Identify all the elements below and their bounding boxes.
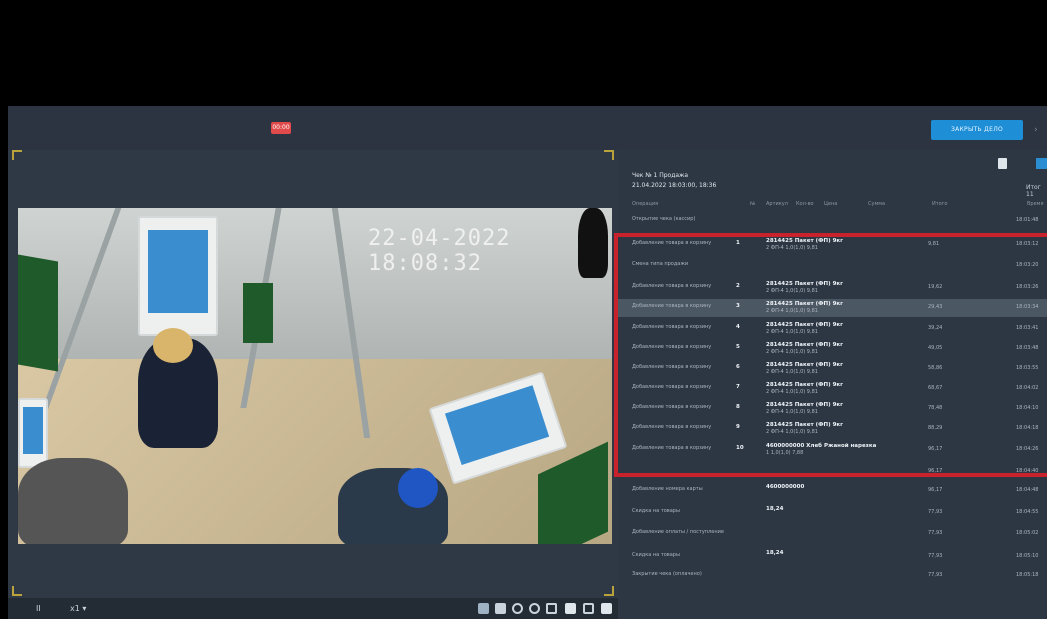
receipt-date: 21.04.2022 18:03:00, 18:36 bbox=[632, 182, 717, 189]
frame-corner bbox=[12, 586, 22, 596]
zoom-out-icon[interactable] bbox=[529, 603, 540, 614]
table-row[interactable]: Открытие чека (кассир) 18:01:48 bbox=[618, 212, 1047, 230]
table-row[interactable]: Скидка на товары 18,24 77,93 18:04:55 bbox=[618, 504, 1047, 522]
frame-corner bbox=[604, 150, 614, 160]
video-timestamp: 22-04-2022 18:08:32 bbox=[368, 226, 511, 276]
row-time: 18:05:10 bbox=[1016, 553, 1039, 559]
row-line1: 4600000000 bbox=[766, 484, 805, 490]
row-time: 18:05:18 bbox=[1016, 572, 1039, 578]
video-player: 22-04-2022 18:08:32 II x1 ▾ bbox=[8, 150, 618, 619]
row-op: Добавление номера карты bbox=[632, 486, 703, 492]
kiosk-screen bbox=[22, 406, 44, 455]
row-op: Добавление оплаты / поступление bbox=[632, 529, 724, 535]
highlight-box bbox=[614, 233, 1047, 477]
table-row[interactable]: Закрытие чека (оплачено) 77,93 18:05:18 bbox=[618, 567, 1047, 585]
pause-button[interactable]: II bbox=[36, 603, 41, 614]
row-sum: 77,93 bbox=[928, 509, 943, 515]
person bbox=[18, 458, 128, 544]
row-sum: 96,17 bbox=[928, 487, 943, 493]
row-op: Скидка на товары bbox=[632, 552, 680, 558]
video-toolbar: II x1 ▾ bbox=[8, 598, 618, 619]
person-head bbox=[153, 328, 193, 363]
app-window: 00:00 ЗАКРЫТЬ ДЕЛО › 22-04-2022 18:08:32… bbox=[0, 0, 1047, 619]
col-article: Артикул bbox=[766, 201, 788, 207]
camera-icon[interactable] bbox=[495, 603, 506, 614]
camera-frame[interactable]: 22-04-2022 18:08:32 bbox=[18, 208, 612, 544]
receipt-title: Чек № 1 Продажа bbox=[632, 172, 689, 179]
table-row[interactable]: Добавление номера карты 4600000000 96,17 18… bbox=[618, 482, 1047, 500]
col-operation: Операция bbox=[632, 201, 659, 207]
layout-icon[interactable] bbox=[565, 603, 576, 614]
col-total: Итого bbox=[932, 201, 948, 207]
col-time: Время bbox=[1027, 201, 1044, 207]
table-row[interactable]: Добавление оплаты / поступление 77,93 18:0… bbox=[618, 525, 1047, 543]
row-op: Скидка на товары bbox=[632, 508, 680, 514]
snapshot-icon[interactable] bbox=[478, 603, 489, 614]
row-time: 18:01:48 bbox=[1016, 217, 1039, 223]
close-case-button[interactable]: ЗАКРЫТЬ ДЕЛО bbox=[931, 120, 1023, 140]
row-op: Открытие чека (кассир) bbox=[632, 216, 696, 222]
recording-badge[interactable]: 00:00 bbox=[271, 122, 291, 134]
col-qty: Кол-во bbox=[796, 201, 814, 207]
top-toolbar: 00:00 ЗАКРЫТЬ ДЕЛО › bbox=[8, 106, 1047, 150]
settings-icon[interactable] bbox=[601, 603, 612, 614]
grid-icon[interactable] bbox=[583, 603, 594, 614]
document-icon[interactable] bbox=[998, 158, 1007, 169]
row-time: 18:04:55 bbox=[1016, 509, 1039, 515]
row-time: 18:04:48 bbox=[1016, 487, 1039, 493]
person-head bbox=[398, 468, 438, 508]
chevron-right-icon[interactable]: › bbox=[1034, 124, 1047, 136]
green-banner bbox=[243, 283, 273, 343]
zoom-in-icon[interactable] bbox=[512, 603, 523, 614]
row-line1: 18,24 bbox=[766, 550, 784, 556]
row-line1: 18,24 bbox=[766, 506, 784, 512]
row-time: 18:05:02 bbox=[1016, 530, 1039, 536]
fullscreen-icon[interactable] bbox=[546, 603, 557, 614]
blue-square-icon[interactable] bbox=[1036, 158, 1047, 169]
frame-corner bbox=[12, 150, 22, 160]
table-row[interactable]: Скидка на товары 18,24 77,93 18:05:10 bbox=[618, 548, 1047, 566]
frame-corner bbox=[604, 586, 614, 596]
kiosk bbox=[138, 216, 218, 336]
green-banner bbox=[18, 254, 58, 372]
row-sum: 77,93 bbox=[928, 530, 943, 536]
kiosk bbox=[18, 398, 48, 468]
table-header: Операция № Артикул Кол-во Цена Сумма Ито… bbox=[632, 201, 1047, 211]
kiosk-screen bbox=[147, 229, 209, 314]
col-number: № bbox=[750, 201, 756, 207]
row-sum: 77,93 bbox=[928, 553, 943, 559]
speed-select[interactable]: x1 ▾ bbox=[70, 603, 86, 614]
col-sum: Сумма bbox=[868, 201, 886, 207]
row-sum: 77,93 bbox=[928, 572, 943, 578]
col-price: Цена bbox=[824, 201, 838, 207]
row-op: Закрытие чека (оплачено) bbox=[632, 571, 702, 577]
receipt-total: Итог 11 bbox=[1026, 184, 1041, 198]
